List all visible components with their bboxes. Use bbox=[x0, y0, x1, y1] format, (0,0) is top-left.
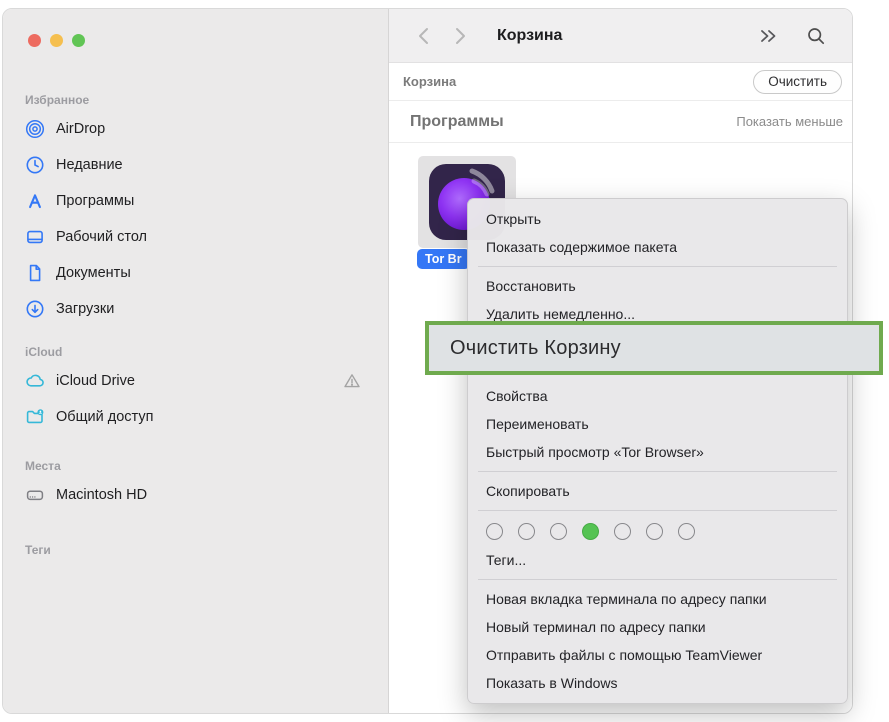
sidebar-item-shared[interactable]: Общий доступ bbox=[3, 399, 388, 435]
downloads-icon bbox=[23, 299, 47, 319]
menu-item-rename[interactable]: Переименовать bbox=[468, 410, 847, 438]
menu-item-teamviewer-send[interactable]: Отправить файлы с помощью TeamViewer bbox=[468, 641, 847, 669]
sidebar-item-macintosh-hd[interactable]: Macintosh HD bbox=[3, 477, 388, 513]
desktop-icon bbox=[23, 227, 47, 247]
sidebar-item-downloads[interactable]: Загрузки bbox=[3, 291, 388, 327]
document-icon bbox=[23, 263, 47, 283]
window-title: Корзина bbox=[497, 27, 562, 45]
clock-icon bbox=[23, 155, 47, 175]
sidebar-item-icloud-drive[interactable]: iCloud Drive bbox=[3, 363, 388, 399]
sidebar-item-label: Рабочий стол bbox=[56, 229, 147, 245]
sidebar-item-label: Документы bbox=[56, 265, 131, 281]
back-button[interactable] bbox=[417, 26, 429, 46]
sidebar-item-label: AirDrop bbox=[56, 121, 105, 137]
sidebar-section-tags: Теги bbox=[3, 539, 388, 561]
menu-item-quick-look[interactable]: Быстрый просмотр «Tor Browser» bbox=[468, 438, 847, 466]
tor-browser-filename: Tor Br bbox=[417, 249, 470, 269]
trash-status-bar: Корзина Очистить bbox=[389, 63, 852, 101]
close-button[interactable] bbox=[28, 34, 41, 47]
tag-circle-green-selected[interactable] bbox=[582, 523, 599, 540]
more-toolbar-items-icon[interactable] bbox=[758, 27, 778, 45]
menu-item-new-terminal-tab[interactable]: Новая вкладка терминала по адресу папки bbox=[468, 585, 847, 613]
tag-color-row bbox=[468, 516, 847, 546]
hard-drive-icon bbox=[23, 485, 47, 505]
tag-circle-5[interactable] bbox=[614, 523, 631, 540]
empty-trash-highlight-box[interactable]: Очистить Корзину bbox=[425, 321, 883, 375]
show-less-link[interactable]: Показать меньше bbox=[736, 114, 843, 129]
sidebar-item-airdrop[interactable]: AirDrop bbox=[3, 111, 388, 147]
menu-separator bbox=[478, 266, 837, 267]
sidebar-item-desktop[interactable]: Рабочий стол bbox=[3, 219, 388, 255]
context-menu: Открыть Показать содержимое пакета Восст… bbox=[467, 198, 848, 704]
traffic-lights bbox=[28, 34, 388, 47]
menu-item-copy[interactable]: Скопировать bbox=[468, 477, 847, 505]
sidebar-item-documents[interactable]: Документы bbox=[3, 255, 388, 291]
menu-item-get-info[interactable]: Свойства bbox=[468, 382, 847, 410]
menu-item-new-terminal[interactable]: Новый терминал по адресу папки bbox=[468, 613, 847, 641]
sidebar-section-favorites: Избранное bbox=[3, 89, 388, 111]
sidebar: Избранное AirDrop Недавни bbox=[3, 9, 389, 713]
tag-circle-1[interactable] bbox=[486, 523, 503, 540]
menu-item-put-back[interactable]: Восстановить bbox=[468, 272, 847, 300]
menu-item-show-package-contents[interactable]: Показать содержимое пакета bbox=[468, 233, 847, 261]
airdrop-icon bbox=[23, 119, 47, 139]
zoom-button[interactable] bbox=[72, 34, 85, 47]
menu-separator bbox=[478, 471, 837, 472]
shared-folder-icon bbox=[23, 407, 47, 427]
sidebar-item-label: Программы bbox=[56, 193, 134, 209]
tag-circle-3[interactable] bbox=[550, 523, 567, 540]
warning-icon bbox=[342, 371, 362, 391]
icloud-icon bbox=[23, 371, 47, 391]
search-icon[interactable] bbox=[806, 26, 826, 46]
sidebar-item-applications[interactable]: Программы bbox=[3, 183, 388, 219]
sidebar-item-label: iCloud Drive bbox=[56, 373, 135, 389]
sidebar-item-recents[interactable]: Недавние bbox=[3, 147, 388, 183]
tag-circle-7[interactable] bbox=[678, 523, 695, 540]
sidebar-item-label: Macintosh HD bbox=[56, 487, 147, 503]
sidebar-section-icloud: iCloud bbox=[3, 341, 388, 363]
section-title: Программы bbox=[410, 113, 504, 131]
empty-trash-button[interactable]: Очистить bbox=[753, 70, 842, 94]
menu-separator bbox=[478, 510, 837, 511]
menu-item-tags[interactable]: Теги... bbox=[468, 546, 847, 574]
toolbar: Корзина bbox=[389, 9, 852, 63]
sidebar-item-label: Загрузки bbox=[56, 301, 114, 317]
trash-title: Корзина bbox=[403, 74, 456, 89]
menu-item-empty-trash-label: Очистить Корзину bbox=[450, 337, 621, 360]
tag-circle-6[interactable] bbox=[646, 523, 663, 540]
minimize-button[interactable] bbox=[50, 34, 63, 47]
applications-section-header: Программы Показать меньше bbox=[389, 101, 852, 143]
sidebar-item-label: Общий доступ bbox=[56, 409, 153, 425]
applications-icon bbox=[23, 191, 47, 211]
sidebar-section-locations: Места bbox=[3, 455, 388, 477]
menu-item-open[interactable]: Открыть bbox=[468, 205, 847, 233]
forward-button[interactable] bbox=[455, 26, 467, 46]
tag-circle-2[interactable] bbox=[518, 523, 535, 540]
menu-separator bbox=[478, 579, 837, 580]
menu-item-show-in-windows[interactable]: Показать в Windows bbox=[468, 669, 847, 697]
sidebar-item-label: Недавние bbox=[56, 157, 123, 173]
